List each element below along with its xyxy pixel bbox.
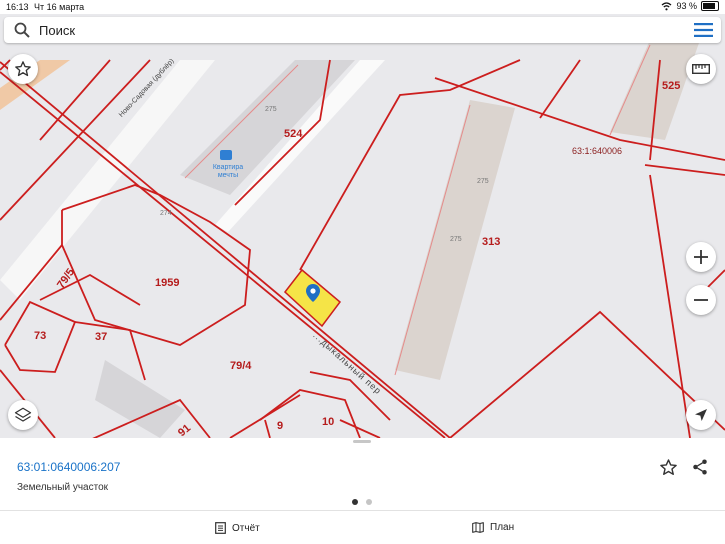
- parcel-number-1959: 1959: [155, 277, 180, 289]
- add-favorite-button[interactable]: [659, 458, 678, 482]
- zoom-in-button[interactable]: [686, 242, 716, 272]
- parcel-number-79-4: 79/4: [230, 360, 252, 372]
- status-bar: 16:13 Чт 16 марта 93 %: [0, 0, 725, 14]
- report-icon: [215, 522, 226, 534]
- map-plan-icon: [472, 522, 484, 533]
- status-date: Чт 16 марта: [34, 2, 85, 12]
- poi-label: Квартира мечты: [212, 164, 244, 179]
- search-input[interactable]: Поиск: [39, 23, 75, 38]
- wifi-icon: [662, 1, 672, 10]
- navigation-arrow-icon: [695, 409, 707, 421]
- tab-report[interactable]: Отчёт: [215, 522, 260, 534]
- search-bar[interactable]: Поиск: [4, 17, 721, 43]
- parcel-number-313: 313: [482, 236, 501, 248]
- parcel-number-73: 73: [34, 330, 47, 342]
- page-dot-2[interactable]: [366, 499, 372, 505]
- star-outline-icon: [15, 61, 31, 77]
- share-icon: [693, 459, 707, 475]
- cadastral-number[interactable]: 63:01:0640006:207: [17, 460, 120, 474]
- plus-icon: [694, 250, 708, 264]
- building-number-275-b: 275: [477, 178, 489, 185]
- layers-button[interactable]: [8, 400, 38, 430]
- status-time: 16:13: [6, 2, 29, 12]
- ruler-icon: [692, 64, 710, 74]
- tab-plan[interactable]: План: [472, 522, 514, 533]
- poi-marker[interactable]: [220, 150, 232, 160]
- parcel-number-9: 9: [277, 420, 284, 432]
- cadastral-map[interactable]: Ново-Садовая (дублёр) ...дыкальный пер К…: [0, 14, 725, 438]
- building-number-275-c: 275: [450, 236, 462, 243]
- menu-icon[interactable]: [694, 23, 713, 37]
- zoom-out-button[interactable]: [686, 285, 716, 315]
- tab-report-label: Отчёт: [232, 522, 260, 534]
- search-icon: [14, 22, 30, 38]
- parcel-number-524: 524: [284, 128, 303, 140]
- favorites-button[interactable]: [8, 54, 38, 84]
- battery-percent: 93 %: [676, 1, 697, 11]
- battery-icon: [701, 1, 719, 11]
- drag-handle[interactable]: [353, 440, 371, 443]
- building-number-274: 274: [160, 210, 172, 217]
- parcel-number-10: 10: [322, 416, 335, 428]
- minus-icon: [694, 299, 708, 301]
- layers-icon: [14, 407, 32, 422]
- page-dot-1[interactable]: [352, 499, 358, 505]
- parcel-type: Земельный участок: [17, 482, 109, 493]
- status-right: 93 %: [661, 1, 719, 11]
- parcel-number-37: 37: [95, 331, 108, 343]
- parcel-number-525: 525: [662, 80, 681, 92]
- building-number-275-a: 275: [265, 106, 277, 113]
- ruler-button[interactable]: [686, 54, 716, 84]
- star-outline-icon: [660, 459, 677, 476]
- my-location-button[interactable]: [686, 400, 716, 430]
- share-button[interactable]: [691, 458, 709, 481]
- divider: [0, 510, 725, 511]
- tab-plan-label: План: [490, 522, 515, 533]
- page-indicator: [352, 499, 372, 505]
- quarter-number: 63:1:640006: [572, 146, 623, 156]
- parcel-info-panel: 63:01:0640006:207 Земельный участок Отчё…: [0, 438, 725, 544]
